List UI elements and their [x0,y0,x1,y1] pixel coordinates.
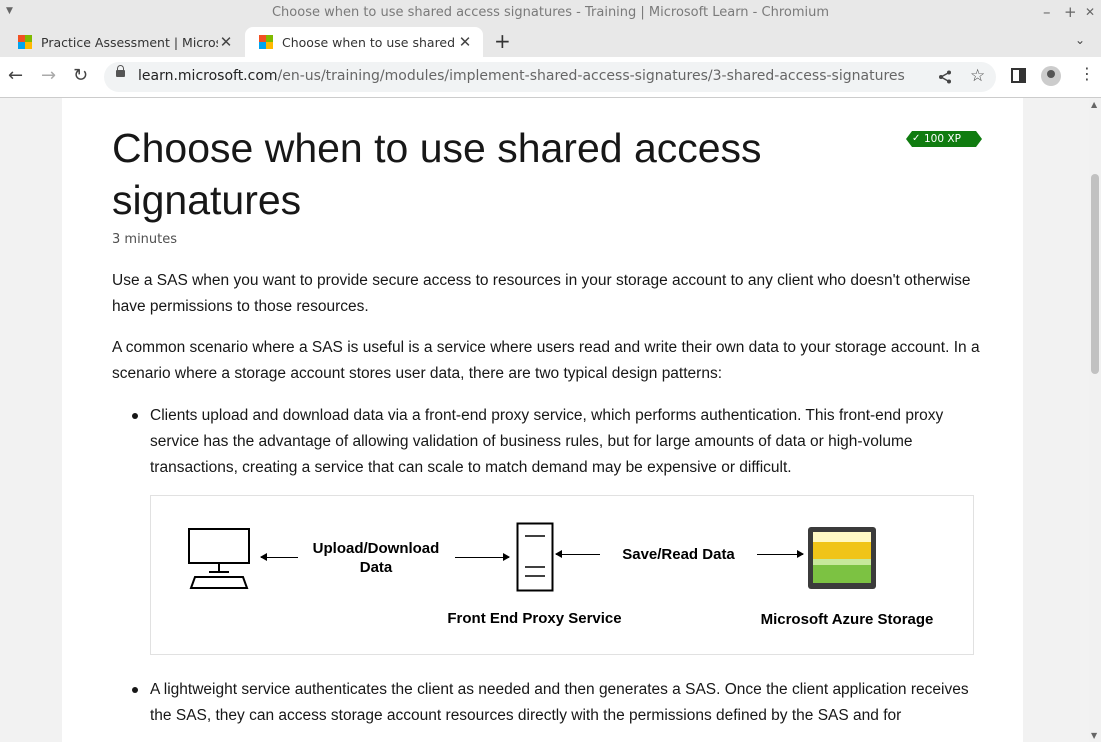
share-icon[interactable] [938,70,952,84]
tab-search-chevron-icon[interactable]: ⌄ [1075,33,1085,47]
arrow-to-proxy-return [555,550,600,558]
close-window-button[interactable]: ✕ [1085,5,1095,19]
bullet-marker [132,413,138,419]
azure-storage-icon [808,527,876,589]
page-viewport: Choose when to use shared access signatu… [0,98,1089,742]
window-titlebar: ▼ Choose when to use shared access signa… [0,0,1101,27]
article-content: Choose when to use shared access signatu… [62,98,1023,742]
storage-label: Microsoft Azure Storage [760,611,934,628]
list-item: Clients upload and download data via a f… [150,407,944,476]
architecture-diagram: Upload/Download Data Save/Read Data Fron… [150,495,974,655]
scrollbar-thumb[interactable] [1091,174,1099,374]
lock-icon[interactable] [116,65,125,77]
save-read-label: Save/Read Data [622,546,735,563]
url-text[interactable]: learn.microsoft.com/en-us/training/modul… [138,68,905,84]
microsoft-logo-icon [18,35,32,49]
tab-shared-access-signatures[interactable]: Choose when to use shared access signatu… [245,27,483,57]
back-arrow-icon[interactable]: ← [8,65,23,86]
profile-avatar[interactable] [1041,66,1061,86]
scroll-up-icon[interactable]: ▲ [1091,100,1097,109]
more-menu-icon[interactable]: ⋮ [1079,64,1095,83]
close-tab-icon[interactable]: ✕ [457,33,473,51]
close-tab-icon[interactable]: ✕ [218,33,234,51]
upload-download-label: Upload/Download Data [312,540,440,576]
minimize-button[interactable]: – [1043,3,1051,21]
duration-text: 3 minutes [112,232,178,247]
scroll-down-icon[interactable]: ▼ [1091,731,1097,740]
page-scrollbar[interactable]: ▲ ▼ [1089,98,1101,742]
bullet-marker [132,687,138,693]
paragraph: A common scenario where a SAS is useful … [112,339,980,382]
paragraph: Use a SAS when you want to provide secur… [112,272,971,315]
arrow-to-client [260,553,298,561]
proxy-label: Front End Proxy Service [447,610,622,627]
proxy-server-icon [516,522,554,592]
check-icon: ✓ [912,133,921,144]
reload-icon[interactable]: ↻ [73,65,88,86]
microsoft-logo-icon [259,35,273,49]
client-computer-icon [188,528,250,589]
new-tab-button[interactable]: + [494,29,511,53]
tab-label: Practice Assessment | Microsoft Learn [41,34,218,50]
tab-practice-assessment[interactable]: Practice Assessment | Microsoft Learn ✕ [4,27,244,57]
maximize-button[interactable]: + [1064,3,1077,21]
bookmark-star-icon[interactable]: ☆ [970,66,985,86]
tab-strip: Practice Assessment | Microsoft Learn ✕ … [0,27,1101,57]
list-item: A lightweight service authenticates the … [150,681,969,724]
side-panel-icon[interactable] [1011,68,1026,83]
tab-label: Choose when to use shared access signatu… [282,34,457,50]
window-title: Choose when to use shared access signatu… [271,5,830,20]
xp-badge: ✓ 100 XP [906,131,982,147]
arrow-to-storage [757,550,804,558]
address-bar[interactable]: learn.microsoft.com/en-us/training/modul… [104,62,996,92]
page-title: Choose when to use shared access signatu… [112,125,762,223]
arrow-to-proxy [455,553,510,561]
forward-arrow-icon[interactable]: → [41,65,56,86]
browser-toolbar: ← → ↻ learn.microsoft.com/en-us/training… [0,57,1101,98]
